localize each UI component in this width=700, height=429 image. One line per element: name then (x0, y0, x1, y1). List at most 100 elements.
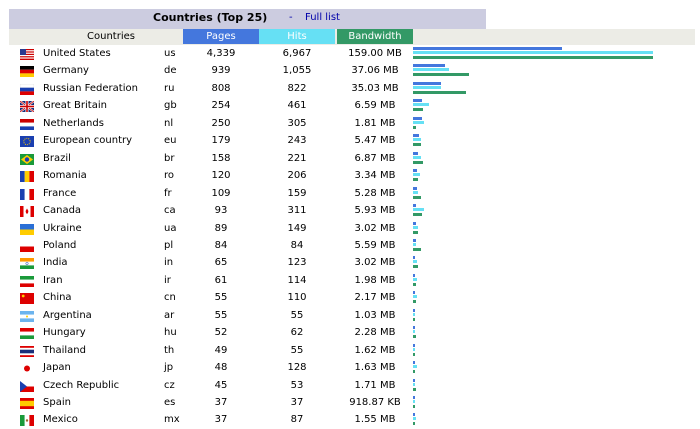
pages-bar (413, 116, 422, 120)
country-name: Poland (43, 239, 77, 251)
country-name: Ukraine (43, 222, 82, 234)
table-row: India in 65 123 3.02 MB (9, 255, 695, 272)
pages-bar (413, 151, 418, 155)
bar-group (413, 221, 673, 238)
country-name: Spain (43, 397, 71, 408)
pages-bar (413, 291, 415, 295)
pages-value: 52 (214, 327, 228, 339)
pages-value: 84 (214, 239, 228, 251)
hits-value: 461 (287, 100, 307, 112)
country-name: Great Britain (43, 100, 107, 112)
hits-value: 110 (287, 292, 307, 304)
country-code: hu (164, 327, 177, 339)
country-name: European country (43, 135, 133, 147)
hits-bar (413, 277, 417, 281)
table-row: Romania ro 120 206 3.34 MB (9, 168, 695, 185)
hits-bar (413, 225, 418, 229)
table-row: European country eu 179 243 5.47 MB (9, 133, 695, 150)
hits-value: 1,055 (282, 65, 312, 77)
table-row: Argentina ar 55 55 1.03 MB (9, 308, 695, 325)
flag-us-icon (20, 49, 34, 60)
flag-pl-icon (20, 240, 34, 252)
full-list-link[interactable]: Full list (305, 12, 340, 23)
hits-value: 62 (290, 327, 304, 339)
pages-value: 254 (211, 100, 231, 112)
hits-bar (413, 138, 421, 142)
pages-bar (413, 326, 415, 330)
bandwidth-value: 5.93 MB (354, 205, 396, 217)
table-row: Ukraine ua 89 149 3.02 MB (9, 221, 695, 238)
bandwidth-bar (413, 370, 415, 374)
bandwidth-bar (413, 317, 415, 321)
country-name: Thailand (43, 344, 86, 356)
bandwidth-value: 2.28 MB (354, 327, 396, 339)
bandwidth-value: 5.28 MB (354, 187, 396, 199)
pages-bar (413, 413, 415, 417)
pages-bar (413, 99, 422, 103)
pages-bar (413, 238, 416, 242)
pages-bar (413, 273, 415, 277)
bandwidth-bar (413, 405, 415, 408)
bandwidth-bar (413, 213, 422, 217)
pages-value: 49 (214, 344, 228, 356)
pages-value: 939 (211, 65, 231, 77)
flag-cz-icon (20, 380, 34, 392)
header-bandwidth: Bandwidth (337, 29, 413, 44)
pages-bar (413, 81, 441, 85)
bar-group (413, 238, 673, 255)
pages-value: 55 (214, 309, 228, 321)
pages-value: 65 (214, 257, 228, 269)
hits-value: 84 (290, 239, 304, 251)
bandwidth-value: 6.59 MB (354, 100, 396, 112)
bar-group (413, 63, 673, 80)
hits-value: 55 (290, 309, 304, 321)
hits-bar (413, 68, 449, 72)
bandwidth-bar (413, 125, 416, 129)
country-code: fr (164, 187, 172, 199)
pages-value: 4,339 (206, 48, 236, 59)
bandwidth-bar (413, 282, 416, 286)
bar-group (413, 186, 673, 203)
pages-value: 120 (211, 170, 231, 182)
bandwidth-value: 918.87 KB (349, 397, 401, 408)
bandwidth-bar (413, 422, 415, 426)
pages-bar (413, 396, 415, 399)
country-name: Brazil (43, 152, 71, 164)
flag-th-icon (20, 345, 34, 357)
hits-value: 87 (290, 414, 304, 426)
bandwidth-value: 3.34 MB (354, 170, 396, 182)
country-name: Canada (43, 205, 82, 217)
pages-bar (413, 204, 416, 208)
country-name: Japan (43, 362, 71, 374)
country-name: Mexico (43, 414, 78, 426)
bar-group (413, 395, 673, 412)
bar-group (413, 203, 673, 220)
country-name: Iran (43, 274, 63, 286)
country-code: in (164, 257, 174, 269)
table-header: Countries Pages Hits Bandwidth (9, 29, 695, 45)
bandwidth-value: 5.47 MB (354, 135, 396, 147)
hits-bar (413, 417, 416, 421)
flag-cn-icon (20, 293, 34, 305)
flag-fr-icon (20, 188, 34, 200)
country-code: us (164, 48, 176, 59)
country-code: de (164, 65, 177, 77)
hits-value: 822 (287, 82, 307, 94)
bandwidth-value: 1.63 MB (354, 362, 396, 374)
flag-ru-icon (19, 83, 35, 95)
country-name: Russian Federation (43, 82, 138, 94)
hits-value: 123 (287, 257, 307, 269)
hits-bar (413, 242, 416, 246)
pages-bar (413, 64, 445, 68)
pages-value: 250 (211, 117, 231, 129)
country-code: jp (164, 362, 174, 374)
hits-bar (413, 312, 415, 316)
hits-bar (413, 208, 424, 212)
country-code: br (164, 152, 175, 164)
country-name: India (43, 257, 68, 269)
country-name: Netherlands (43, 117, 104, 129)
flag-gb-icon (19, 100, 35, 114)
country-code: ua (164, 222, 177, 234)
hits-bar (413, 173, 420, 177)
bar-group (413, 360, 673, 377)
